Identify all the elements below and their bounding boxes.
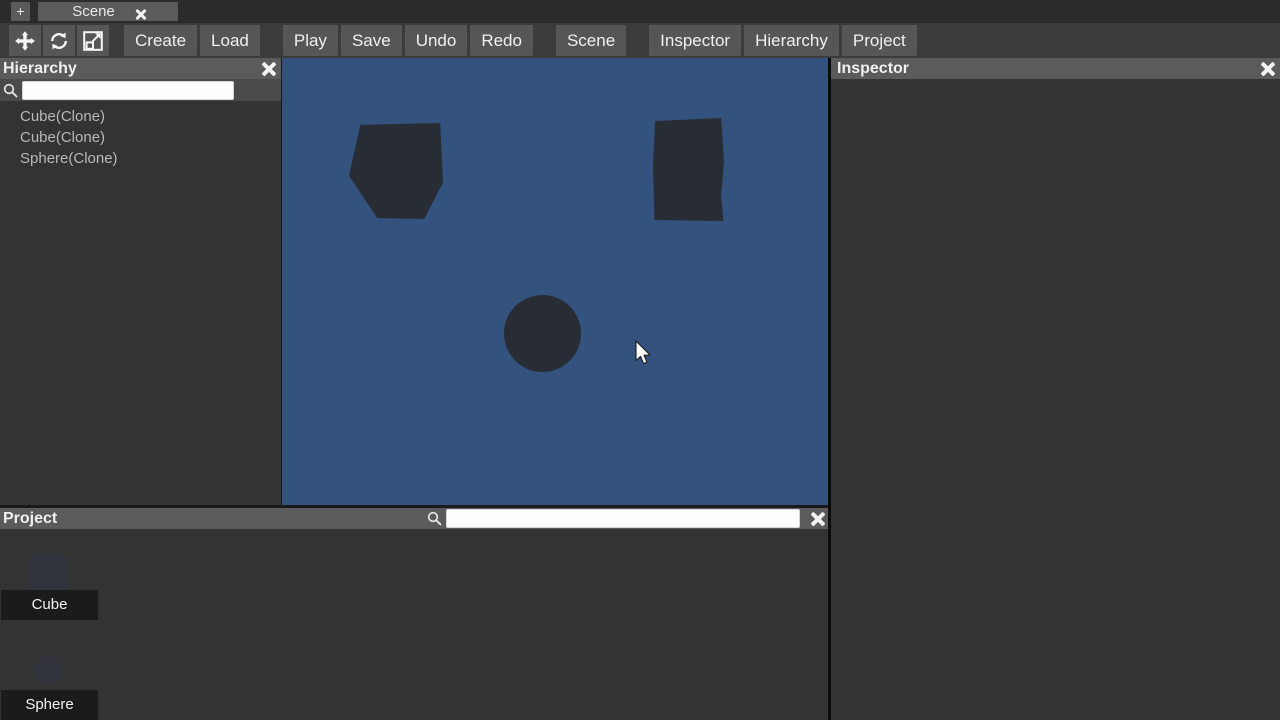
- scene-button-group: Scene: [555, 25, 629, 56]
- move-tool-button[interactable]: [9, 25, 41, 56]
- hierarchy-panel-button[interactable]: Hierarchy: [744, 25, 839, 56]
- hierarchy-panel-header: Hierarchy: [0, 58, 281, 79]
- project-panel-title: Project: [3, 510, 58, 527]
- close-icon[interactable]: [135, 8, 148, 21]
- inspector-panel-header: Inspector: [831, 58, 1280, 79]
- project-search-row: [424, 509, 826, 528]
- hierarchy-item-list: Cube(Clone) Cube(Clone) Sphere(Clone): [0, 103, 281, 508]
- save-button[interactable]: Save: [340, 25, 402, 56]
- project-asset-label: Sphere: [1, 690, 98, 720]
- project-search-input[interactable]: [446, 509, 800, 528]
- scale-icon: [82, 30, 104, 52]
- tab-scene[interactable]: Scene: [38, 2, 178, 21]
- inspector-panel-button[interactable]: Inspector: [649, 25, 742, 56]
- project-asset-grid: Cube Sphere: [0, 530, 828, 720]
- play-button[interactable]: Play: [282, 25, 338, 56]
- search-icon: [2, 82, 19, 99]
- main-toolbar: Create Load Play Save Undo Redo Scene In…: [0, 23, 1280, 58]
- hierarchy-panel-title: Hierarchy: [3, 60, 77, 77]
- sphere-thumbnail-icon: [34, 656, 62, 684]
- cube-thumbnail-icon: [29, 555, 67, 595]
- move-icon: [14, 30, 36, 52]
- inspector-panel-body: [831, 79, 1280, 720]
- rotate-tool-button[interactable]: [43, 25, 75, 56]
- project-panel-button[interactable]: Project: [841, 25, 917, 56]
- close-icon[interactable]: [260, 60, 277, 77]
- scene-viewport[interactable]: [282, 58, 828, 508]
- viewport-object-cube-1[interactable]: [349, 123, 443, 219]
- hierarchy-item[interactable]: Cube(Clone): [0, 127, 281, 148]
- panel-button-group: Inspector Hierarchy Project: [649, 25, 920, 56]
- viewport-object-cube-2[interactable]: [653, 118, 724, 221]
- close-icon[interactable]: [809, 510, 826, 527]
- file-button-group: Create Load: [124, 25, 263, 56]
- hierarchy-item[interactable]: Sphere(Clone): [0, 148, 281, 169]
- editor-window: + Scene Create Load Play Save Undo Redo …: [0, 0, 1280, 720]
- search-icon: [426, 510, 443, 527]
- action-button-group: Play Save Undo Redo: [282, 25, 536, 56]
- viewport-object-sphere-1[interactable]: [504, 295, 581, 372]
- scene-button[interactable]: Scene: [555, 25, 627, 56]
- transform-tool-group: [9, 25, 111, 56]
- undo-button[interactable]: Undo: [404, 25, 468, 56]
- scale-tool-button[interactable]: [77, 25, 109, 56]
- add-tab-button[interactable]: +: [11, 2, 30, 21]
- create-button[interactable]: Create: [124, 25, 198, 56]
- inspector-panel-title: Inspector: [837, 60, 910, 77]
- tab-bar: + Scene: [0, 0, 1280, 23]
- project-asset-label: Cube: [1, 590, 98, 620]
- hierarchy-item[interactable]: Cube(Clone): [0, 106, 281, 127]
- project-panel-header: Project: [0, 508, 828, 529]
- load-button[interactable]: Load: [200, 25, 260, 56]
- close-icon[interactable]: [1259, 60, 1276, 77]
- rotate-icon: [48, 30, 70, 52]
- hierarchy-search-row: [0, 79, 281, 101]
- hierarchy-search-input[interactable]: [22, 80, 234, 100]
- redo-button[interactable]: Redo: [470, 25, 533, 56]
- tab-scene-label: Scene: [72, 3, 115, 20]
